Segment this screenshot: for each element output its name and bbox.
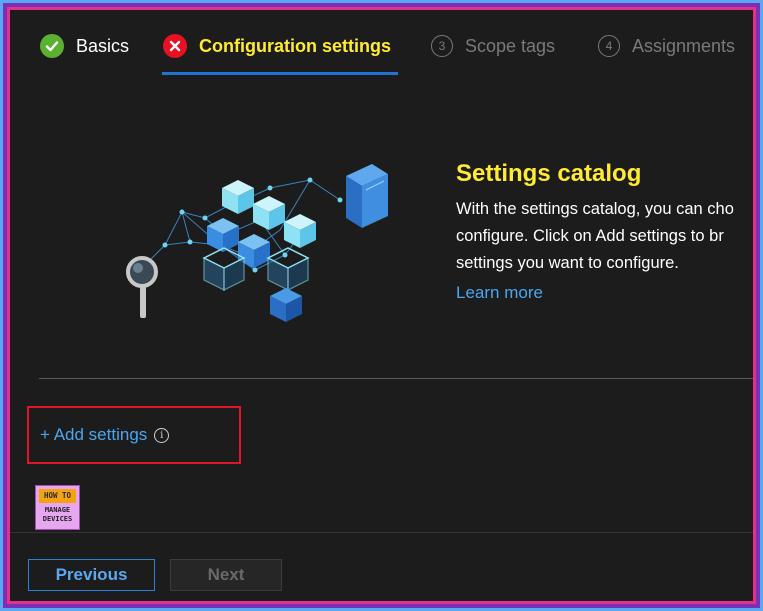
tab-scope-tags[interactable]: 3 Scope tags: [431, 30, 555, 62]
wizard-steps: Basics Configuration settings 3 Scope ta…: [10, 10, 753, 80]
error-x-icon: [163, 34, 187, 58]
logo-line-2: MANAGE: [44, 506, 71, 514]
check-icon: [40, 34, 64, 58]
tab-assignments-label: Assignments: [632, 35, 736, 56]
catalog-description-line: With the settings catalog, you can cho: [456, 200, 734, 218]
inner-frame: Basics Configuration settings 3 Scope ta…: [7, 7, 756, 604]
catalog-title: Settings catalog: [456, 160, 642, 187]
catalog-description: With the settings catalog, you can cho c…: [456, 196, 753, 277]
how-to-manage-devices-logo: HOW TO MANAGE DEVICES: [35, 485, 80, 530]
active-tab-underline: [162, 72, 398, 75]
footer-divider: [10, 532, 753, 533]
step-number-4: 4: [598, 35, 620, 57]
logo-line-1: HOW TO: [39, 489, 76, 503]
step-number-3: 3: [431, 35, 453, 57]
logo-line-3: DEVICES: [42, 515, 73, 523]
catalog-description-line: settings you want to configure.: [456, 254, 679, 272]
info-icon[interactable]: i: [154, 427, 170, 443]
learn-more-link[interactable]: Learn more: [456, 283, 543, 303]
add-settings-label: + Add settings: [40, 425, 148, 444]
settings-catalog-section: Settings catalog With the settings catal…: [456, 160, 753, 303]
tab-assignments[interactable]: 4 Assignments: [598, 30, 735, 62]
tab-basics[interactable]: Basics: [40, 30, 129, 62]
tab-basics-label: Basics: [76, 35, 130, 56]
section-divider: [39, 378, 753, 379]
settings-catalog-illustration: [110, 150, 390, 340]
tab-configuration-settings[interactable]: Configuration settings: [163, 30, 391, 62]
tab-scope-tags-label: Scope tags: [465, 35, 556, 56]
wizard-panel: Basics Configuration settings 3 Scope ta…: [10, 10, 753, 601]
logo-text: MANAGE DEVICES: [39, 506, 76, 526]
outer-frame: Basics Configuration settings 3 Scope ta…: [3, 3, 760, 608]
catalog-description-line: configure. Click on Add settings to br: [456, 227, 724, 245]
tab-configuration-settings-label: Configuration settings: [199, 35, 391, 56]
add-settings-link[interactable]: + Add settings i: [40, 425, 170, 445]
next-button[interactable]: Next: [170, 559, 282, 591]
previous-button[interactable]: Previous: [28, 559, 155, 591]
